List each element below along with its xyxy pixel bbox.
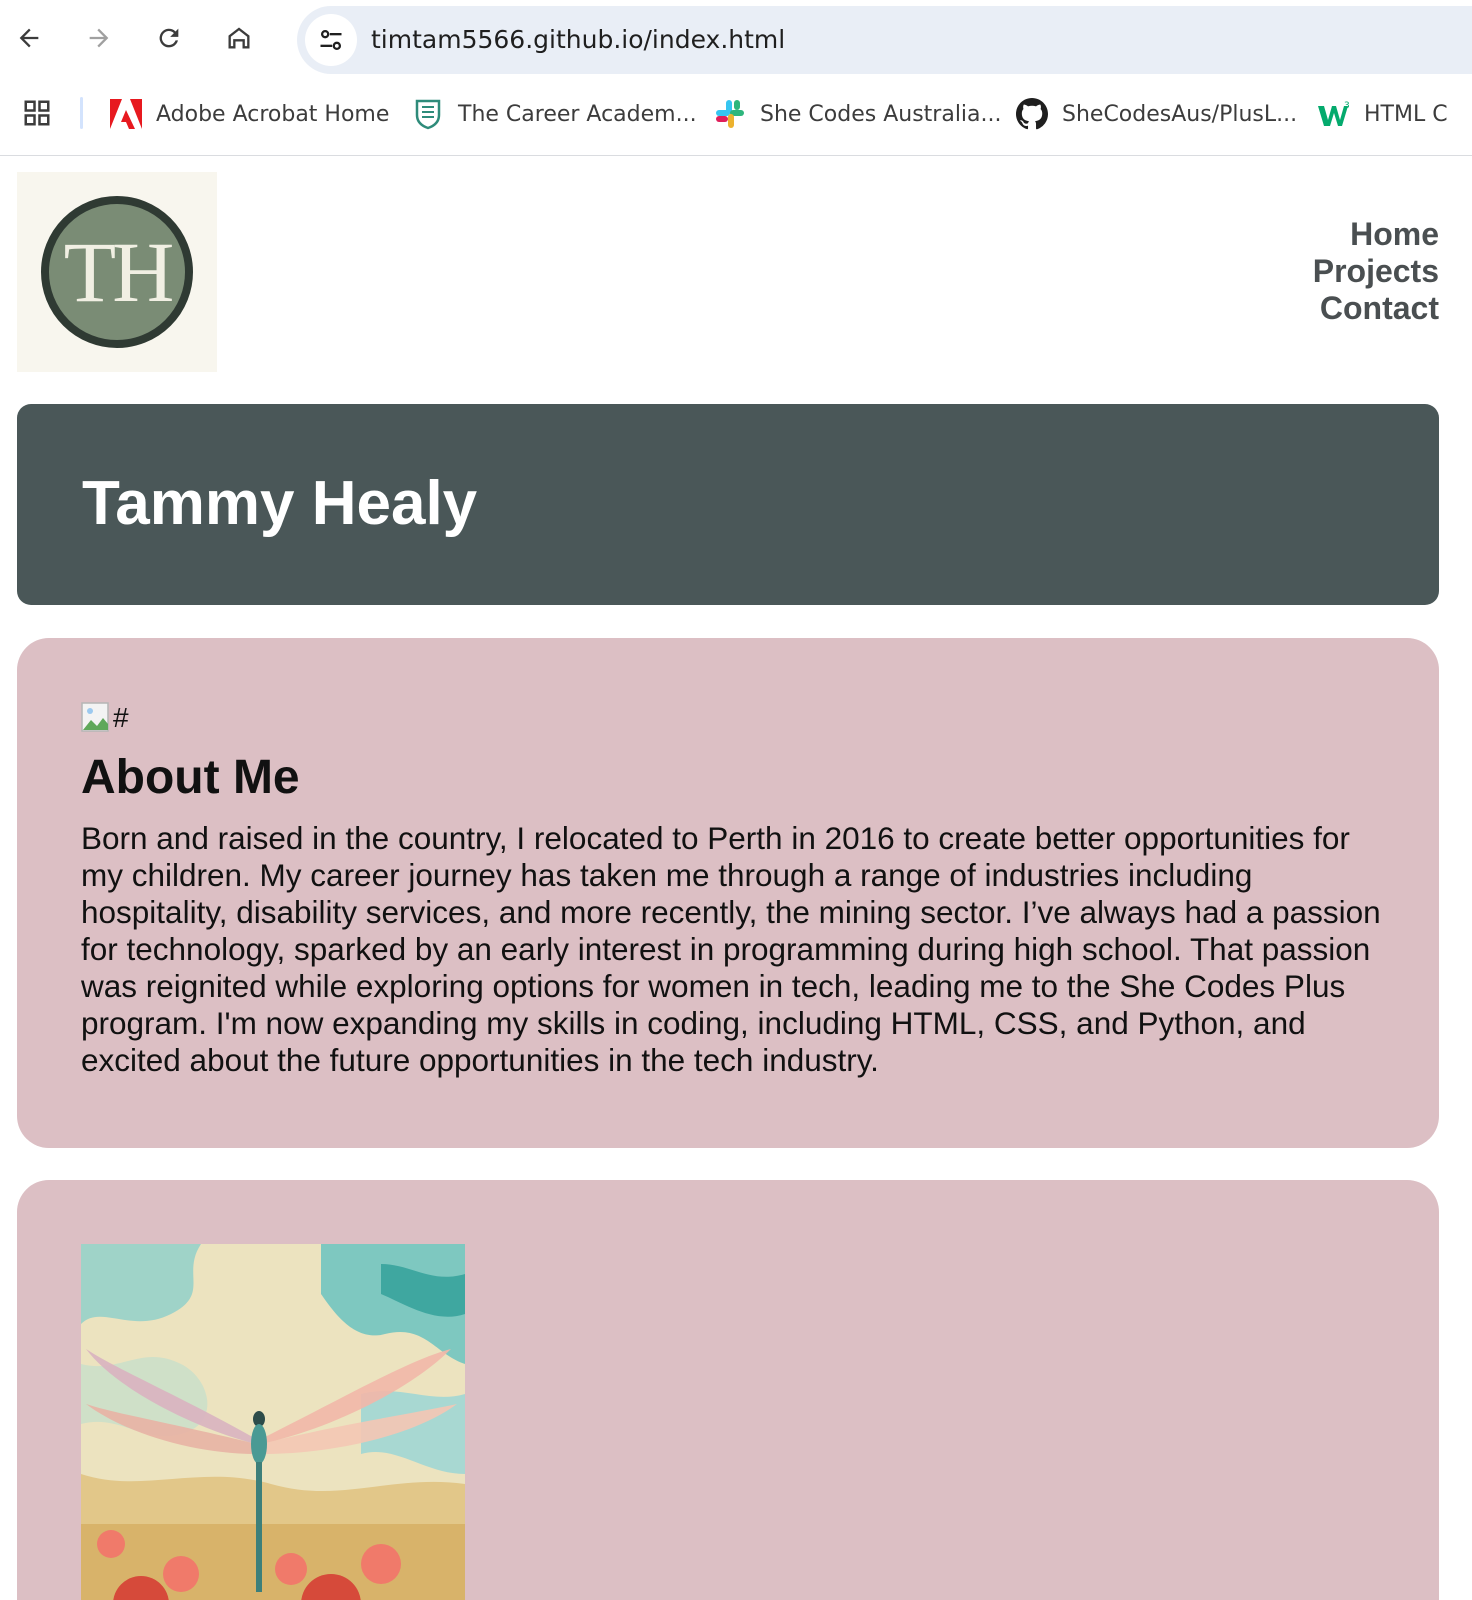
about-section: # About Me Born and raised in the countr… [17,638,1439,1148]
tune-icon [320,29,342,51]
bookmark-career-academy[interactable]: The Career Academ... [412,94,697,134]
hero-title: Tammy Healy [82,469,478,538]
bookmark-label: SheCodesAus/PlusL... [1062,101,1298,127]
forward-arrow-icon [89,28,109,48]
dragonfly-painting-image [81,1244,465,1600]
url-text[interactable]: timtam5566.github.io/index.html [371,26,785,54]
github-icon [1016,98,1048,130]
svg-text:3: 3 [1344,101,1350,111]
bookmark-label: She Codes Australia... [760,101,1002,127]
dragonfly-painting [81,1244,465,1600]
home-button[interactable] [219,18,259,58]
nav-link-contact[interactable]: Contact [1313,290,1439,327]
bookmark-adobe-acrobat[interactable]: Adobe Acrobat Home [110,94,389,134]
nav-link-projects[interactable]: Projects [1313,253,1439,290]
reload-button[interactable] [149,18,189,58]
site-info-button[interactable] [305,14,357,66]
forward-button[interactable] [79,18,119,58]
bookmark-label: Adobe Acrobat Home [156,101,390,127]
adobe-acrobat-icon [110,98,142,130]
bookmark-html-c[interactable]: 3 HTML C [1318,94,1448,134]
bookmark-she-codes-australia[interactable]: She Codes Australia... [714,94,1002,134]
hero-banner: Tammy Healy [17,404,1439,605]
slack-icon [714,98,746,130]
reload-icon [159,28,179,48]
bookmark-label: HTML C [1364,101,1448,127]
about-title: About Me [81,751,300,804]
logo-monogram: TH [41,196,193,348]
bookmarks-separator [80,97,83,129]
w3schools-icon: 3 [1318,98,1350,130]
about-paragraph: Born and raised in the country, I reloca… [81,820,1381,1078]
artwork-section [17,1180,1439,1600]
site-logo[interactable]: TH [17,172,217,372]
apps-grid-icon [24,100,50,126]
page-viewport: TH Home Projects Contact Tammy Healy # A… [0,156,1472,1600]
home-icon [228,27,250,49]
site-navigation: Home Projects Contact [1313,216,1439,327]
broken-image-icon [81,702,109,732]
apps-button[interactable] [22,98,52,133]
address-bar[interactable]: timtam5566.github.io/index.html [297,6,1472,74]
bookmark-label: The Career Academ... [458,101,697,127]
back-arrow-icon [19,28,39,48]
nav-link-home[interactable]: Home [1313,216,1439,253]
back-button[interactable] [9,18,49,58]
bookmark-shecodesaus-plus[interactable]: SheCodesAus/PlusL... [1016,94,1297,134]
career-academy-icon [412,98,444,130]
broken-image-alt-text: # [113,702,129,733]
browser-toolbar: timtam5566.github.io/index.html Adobe Ac… [0,0,1472,156]
broken-image: # [81,702,129,734]
bookmarks-bar: Adobe Acrobat Home The Career Academ... … [0,90,1472,138]
